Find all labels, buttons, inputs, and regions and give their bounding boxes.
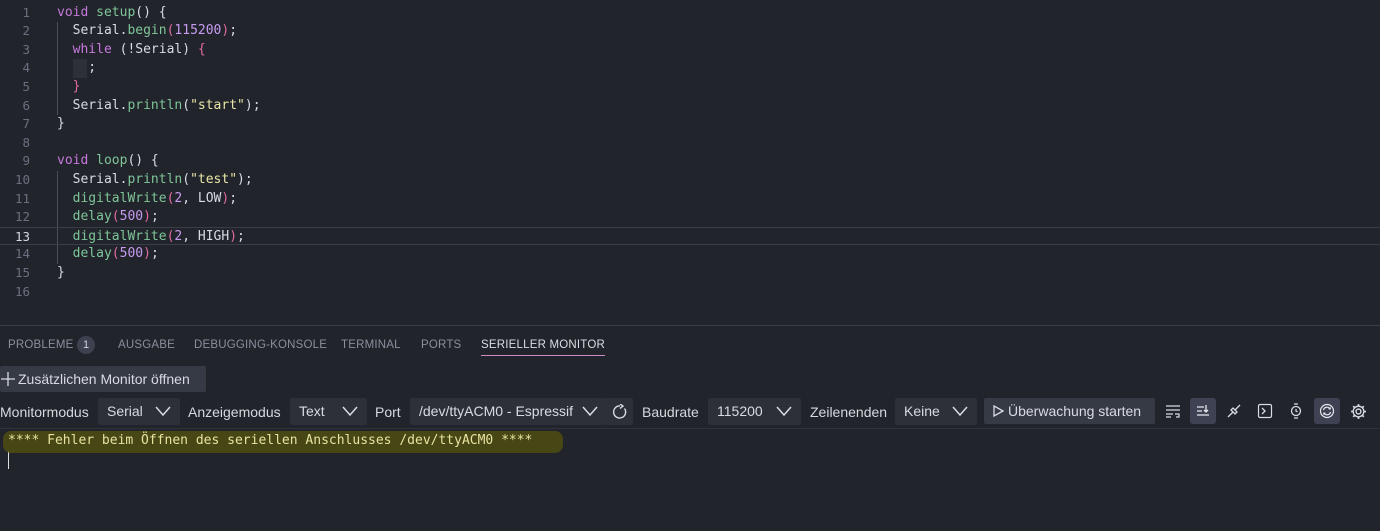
line-number: 16 — [14, 283, 30, 299]
code-text: while (!Serial) { — [72, 41, 206, 57]
tab-problems[interactable]: PROBLEME — [8, 339, 74, 351]
sync-icon — [1319, 403, 1335, 419]
code-text: delay(500); — [72, 209, 159, 225]
port-value: /dev/ttyACM0 - Espressif — [419, 403, 574, 419]
code-text: } — [72, 78, 81, 94]
monitor-mode-select[interactable]: Serial — [98, 398, 180, 425]
line-number: 2 — [22, 23, 30, 39]
word-wrap-button[interactable] — [1160, 398, 1186, 424]
display-mode-value: Text — [299, 403, 325, 419]
terminal-icon — [1257, 403, 1273, 419]
chevron-down-icon — [582, 406, 598, 417]
code-line[interactable]: 14 delay(500); — [0, 245, 1380, 264]
gear-icon — [1350, 403, 1366, 419]
code-line[interactable]: 3 while (!Serial) { — [0, 41, 1380, 60]
plug-icon — [1227, 404, 1241, 418]
monitor-mode-value: Serial — [107, 403, 143, 419]
chevron-down-icon — [155, 406, 171, 417]
port-label: Port — [375, 404, 401, 420]
line-ending-select[interactable]: Keine — [895, 398, 977, 425]
port-select[interactable]: /dev/ttyACM0 - Espressif — [410, 398, 607, 425]
code-line[interactable]: 16 — [0, 283, 1380, 302]
code-text: Serial.println("test"); — [57, 171, 253, 187]
chevron-down-icon — [776, 406, 792, 417]
open-additional-monitor-button[interactable]: Zusätzlichen Monitor öffnen — [0, 366, 206, 392]
code-text: Serial.println("start"); — [57, 97, 261, 113]
line-number: 10 — [14, 171, 30, 187]
code-text: ; — [57, 60, 97, 76]
watch-icon — [1290, 403, 1302, 419]
display-mode-label: Anzeigemodus — [188, 404, 281, 420]
code-line[interactable]: 8 — [0, 134, 1380, 153]
line-ending-label: Zeilenenden — [810, 404, 888, 420]
code-text: void loop() { — [57, 153, 159, 169]
code-line[interactable]: 13 digitalWrite(2, HIGH); — [0, 226, 1380, 246]
code-editor[interactable]: 1 void setup() {2 Serial.begin(115200); 3 … — [0, 0, 1380, 325]
code-text: digitalWrite(2, HIGH); — [72, 228, 245, 244]
tab-output[interactable]: AUSGABE — [118, 339, 175, 351]
monitor-mode-label: Monitormodus — [0, 404, 89, 420]
settings-button[interactable] — [1345, 398, 1371, 424]
line-number: 12 — [14, 209, 30, 225]
tab-ports[interactable]: PORTS — [421, 339, 461, 351]
code-line[interactable]: 12 delay(500); — [0, 208, 1380, 227]
line-number: 11 — [14, 190, 30, 206]
open-additional-monitor-label: Zusätzlichen Monitor öffnen — [18, 371, 190, 387]
code-text: } — [57, 116, 65, 132]
code-line[interactable]: 11 digitalWrite(2, LOW); — [0, 190, 1380, 209]
code-text: } — [57, 264, 65, 280]
code-text: Serial.begin(115200); — [57, 23, 238, 39]
code-line[interactable]: 9 void loop() { — [0, 152, 1380, 171]
text-cursor — [8, 451, 9, 469]
refresh-icon — [612, 403, 627, 419]
autoscroll-toggle-button[interactable] — [1190, 398, 1216, 424]
line-number: 13 — [14, 228, 30, 244]
line-number: 15 — [14, 264, 30, 280]
problems-count-badge: 1 — [77, 336, 95, 354]
code-line[interactable]: 1 void setup() { — [0, 4, 1380, 23]
panel-tab-bar: PROBLEME 1 AUSGABE DEBUGGING-KONSOLE TER… — [0, 326, 1380, 364]
baud-rate-label: Baudrate — [642, 404, 699, 420]
code-line[interactable]: 5 } — [0, 78, 1380, 97]
tab-terminal[interactable]: TERMINAL — [341, 339, 401, 351]
code-text: digitalWrite(2, LOW); — [72, 190, 238, 206]
line-number: 1 — [22, 4, 30, 20]
refresh-ports-button[interactable] — [607, 398, 633, 425]
chevron-down-icon — [342, 406, 358, 417]
line-number: 6 — [22, 97, 30, 113]
line-ending-value: Keine — [904, 403, 940, 419]
plus-icon — [1, 372, 15, 386]
code-line[interactable]: 6 Serial.println("start"); — [0, 97, 1380, 116]
code-line[interactable]: 7} — [0, 115, 1380, 134]
line-number: 5 — [22, 78, 30, 94]
line-number: 14 — [14, 246, 30, 262]
start-monitoring-button[interactable]: Überwachung starten — [984, 398, 1155, 424]
serial-error-message: **** Fehler beim Öffnen des seriellen An… — [8, 433, 533, 448]
baud-rate-value: 115200 — [717, 403, 763, 419]
play-icon — [993, 405, 1004, 417]
start-monitoring-label: Überwachung starten — [1008, 403, 1142, 419]
line-number: 9 — [22, 153, 30, 169]
tab-serial-monitor[interactable]: SERIELLER MONITOR — [481, 339, 605, 356]
tab-debug-console[interactable]: DEBUGGING-KONSOLE — [194, 339, 327, 351]
code-line[interactable]: 10 Serial.println("test"); — [0, 171, 1380, 190]
autoscroll-icon — [1197, 405, 1209, 416]
terminal-button[interactable] — [1252, 398, 1278, 424]
code-line[interactable]: 4 ; — [0, 59, 1380, 78]
code-line[interactable]: 2 Serial.begin(115200); — [0, 22, 1380, 41]
display-mode-select[interactable]: Text — [290, 398, 367, 425]
chevron-down-icon — [952, 406, 968, 417]
timestamp-button[interactable] — [1283, 398, 1309, 424]
baud-rate-select[interactable]: 115200 — [708, 398, 801, 425]
disconnect-button[interactable] — [1221, 398, 1247, 424]
line-number: 4 — [22, 60, 30, 76]
code-line[interactable]: 15} — [0, 264, 1380, 283]
word-wrap-icon — [1166, 405, 1180, 418]
auto-reconnect-toggle-button[interactable] — [1314, 398, 1340, 424]
line-number: 3 — [22, 41, 30, 57]
line-number: 7 — [22, 116, 30, 132]
line-number: 8 — [22, 134, 30, 150]
code-text: void setup() { — [57, 4, 167, 20]
code-text: delay(500); — [72, 246, 159, 262]
